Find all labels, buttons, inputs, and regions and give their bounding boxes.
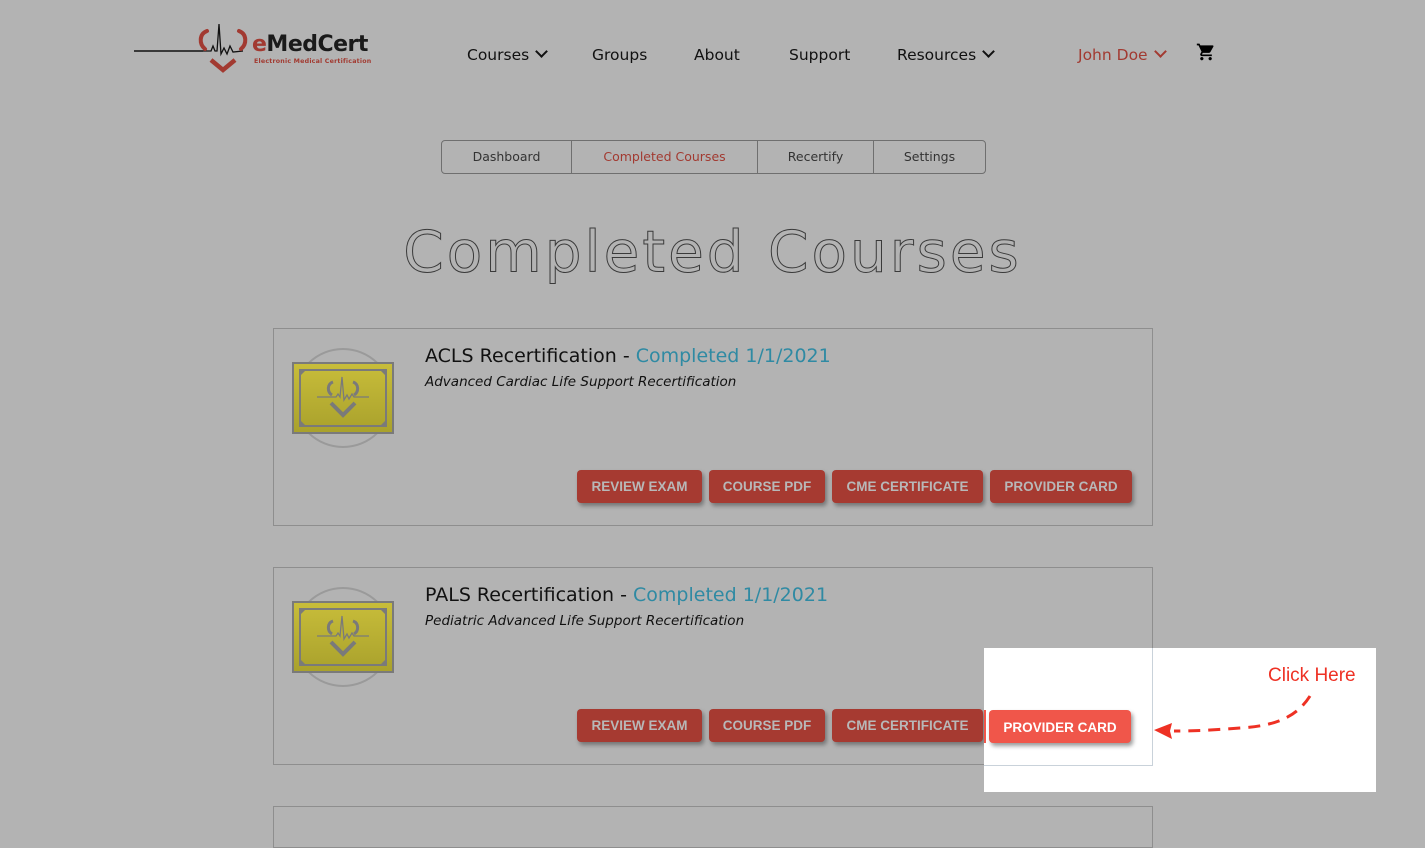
course-pdf-button[interactable]: COURSE PDF: [709, 709, 825, 742]
cme-certificate-button[interactable]: CME CERTIFICATE: [832, 470, 983, 503]
tutorial-spotlight: PROVIDER CARD Click Here: [984, 648, 1376, 792]
chevron-down-icon: [1153, 45, 1167, 58]
course-pdf-button[interactable]: COURSE PDF: [709, 470, 825, 503]
completion-status: Completed 1/1/2021: [635, 345, 831, 367]
tab-completed-courses[interactable]: Completed Courses: [572, 141, 758, 173]
page-title: Completed Courses: [403, 218, 1022, 286]
nav-support[interactable]: Support: [789, 46, 850, 64]
certificate-icon: [292, 587, 394, 687]
review-exam-button[interactable]: REVIEW EXAM: [577, 470, 702, 503]
nav-groups[interactable]: Groups: [592, 46, 647, 64]
review-exam-button[interactable]: REVIEW EXAM: [577, 709, 702, 742]
course-subtitle: Advanced Cardiac Life Support Recertific…: [425, 374, 737, 390]
nav-about[interactable]: About: [694, 46, 740, 64]
course-title: ACLS Recertification - Completed 1/1/202…: [425, 345, 831, 367]
shopping-cart-icon[interactable]: [1196, 42, 1216, 62]
logo-wordmark: eMedCert: [252, 32, 368, 57]
tab-dashboard[interactable]: Dashboard: [442, 141, 572, 173]
emedcert-logo[interactable]: eMedCert Electronic Medical Certificatio…: [133, 22, 371, 74]
click-here-label: Click Here: [1268, 665, 1356, 686]
completion-status: Completed 1/1/2021: [633, 584, 829, 606]
nav-resources[interactable]: Resources: [897, 45, 996, 64]
chevron-down-icon: [982, 45, 996, 58]
course-card: [273, 806, 1153, 848]
logo-tagline: Electronic Medical Certification: [254, 58, 372, 65]
nav-courses[interactable]: Courses: [467, 45, 549, 64]
certificate-icon: [292, 348, 394, 448]
chevron-down-icon: [535, 45, 549, 58]
provider-card-button[interactable]: PROVIDER CARD: [990, 470, 1132, 503]
course-actions: REVIEW EXAM COURSE PDF CME CERTIFICATE P…: [577, 470, 1132, 503]
tab-settings[interactable]: Settings: [874, 141, 985, 173]
course-subtitle: Pediatric Advanced Life Support Recertif…: [425, 613, 745, 629]
cme-certificate-button[interactable]: CME CERTIFICATE: [832, 709, 983, 742]
heart-ecg-logo-icon: [134, 23, 248, 73]
account-tabs: Dashboard Completed Courses Recertify Se…: [441, 140, 986, 174]
course-card: ACLS Recertification - Completed 1/1/202…: [273, 328, 1153, 526]
user-menu[interactable]: John Doe: [1078, 45, 1167, 64]
tab-recertify[interactable]: Recertify: [758, 141, 874, 173]
course-title: PALS Recertification - Completed 1/1/202…: [425, 584, 829, 606]
